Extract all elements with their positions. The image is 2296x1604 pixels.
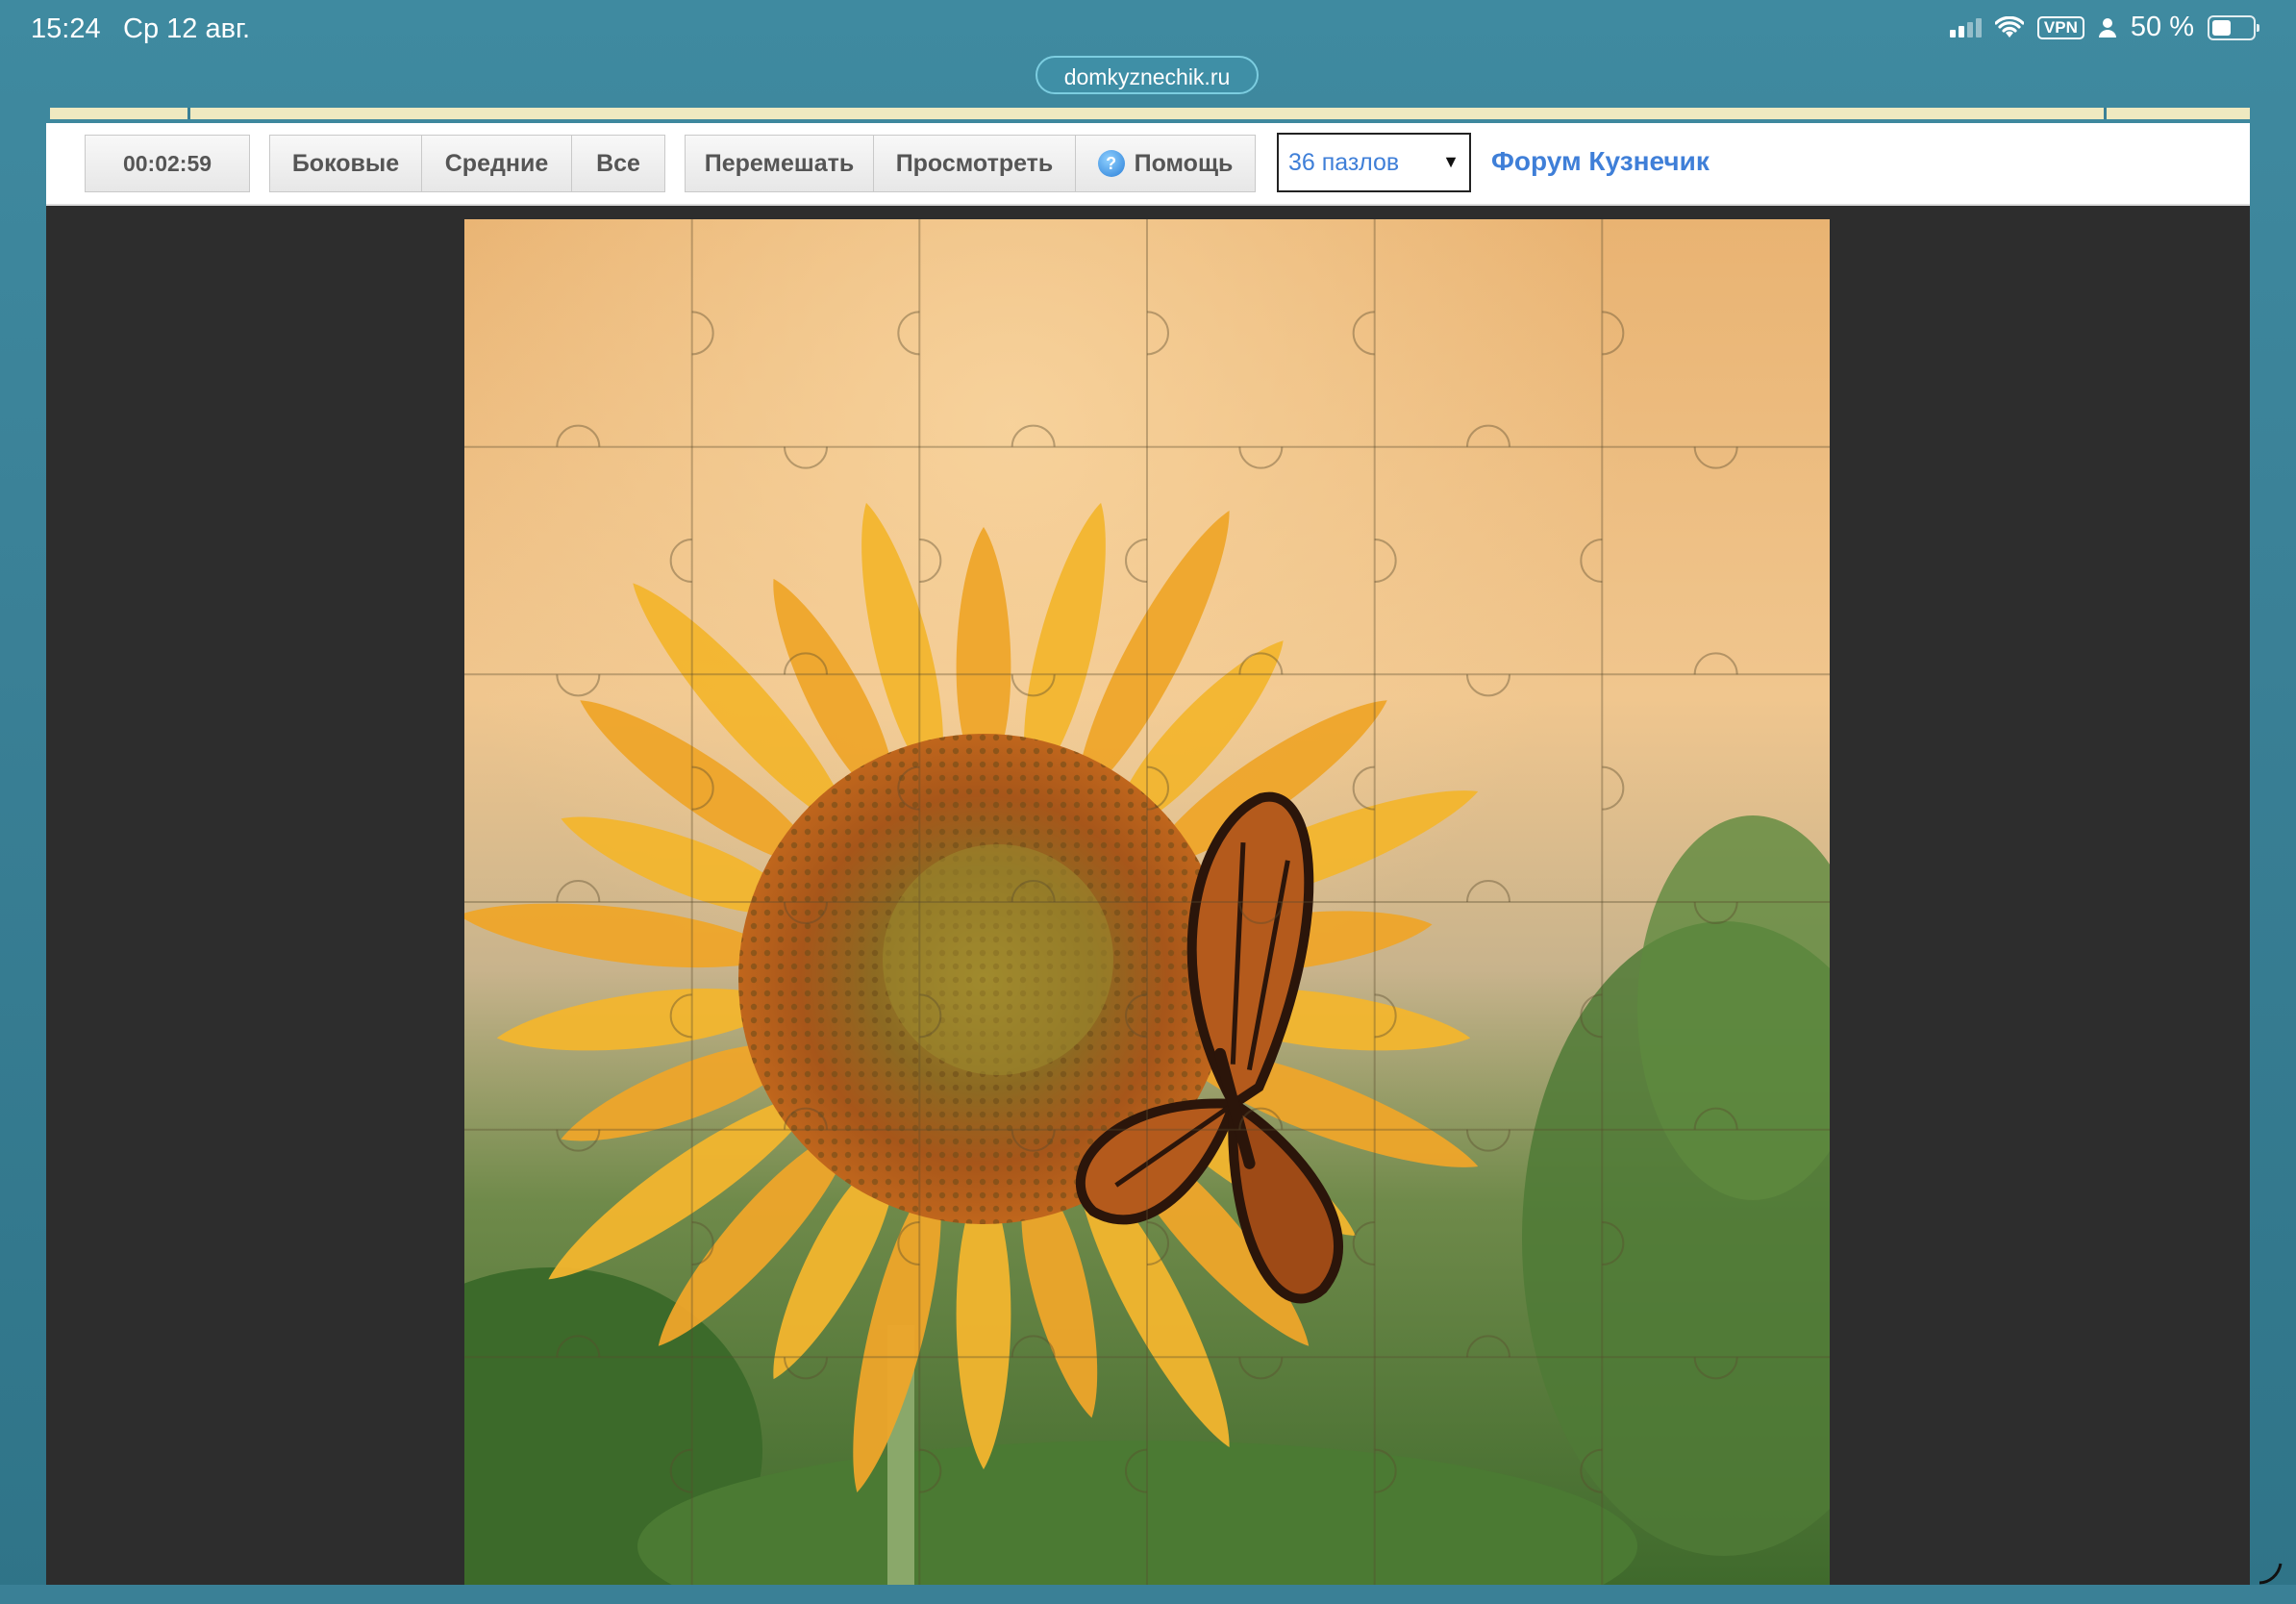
timer-display: 00:02:59 [85, 135, 250, 192]
middle-pieces-button[interactable]: Средние [422, 136, 572, 191]
bottom-strip [0, 1585, 2296, 1604]
status-indicators: VPN 50 % [1949, 12, 2259, 43]
wifi-icon [1994, 15, 2024, 38]
status-bar: 15:24 Ср 12 авг. VPN 50 % [0, 0, 2296, 62]
pieces-count-select[interactable]: 36 пазлов ▼ [1277, 133, 1471, 192]
user-icon [2098, 17, 2116, 38]
puzzle-image [464, 219, 1830, 1585]
shuffle-button[interactable]: Перемешать [686, 136, 874, 191]
pieces-count-value: 36 пазлов [1288, 148, 1400, 176]
preview-button[interactable]: Просмотреть [874, 136, 1076, 191]
resize-handle-icon [2259, 1563, 2283, 1585]
help-button[interactable]: ? Помощь [1076, 136, 1255, 191]
dropdown-arrow-icon: ▼ [1442, 152, 1460, 171]
status-date: Ср 12 авг. [123, 13, 251, 44]
help-button-label: Помощь [1134, 149, 1234, 177]
tab-divider [2104, 108, 2107, 119]
action-button-group: Перемешать Просмотреть ? Помощь [685, 135, 1256, 192]
tab-strip [50, 108, 2250, 119]
battery-icon [2208, 14, 2259, 40]
vpn-badge: VPN [2036, 15, 2084, 39]
battery-percent: 50 % [2130, 12, 2194, 42]
puzzle-page: 00:02:59 Боковые Средние Все Перемешать … [46, 123, 2250, 1585]
cellular-signal-icon [1949, 17, 1982, 38]
puzzle-board[interactable] [464, 219, 1830, 1585]
forum-link[interactable]: Форум Кузнечик [1491, 146, 1710, 177]
edge-pieces-button[interactable]: Боковые [270, 136, 422, 191]
puzzle-toolbar: 00:02:59 Боковые Средние Все Перемешать … [46, 123, 2250, 206]
tab-divider [187, 108, 190, 119]
status-time: 15:24 [31, 13, 101, 44]
all-pieces-button[interactable]: Все [572, 136, 664, 191]
help-icon: ? [1097, 150, 1125, 177]
url-pill[interactable]: domkyznechik.ru [1036, 56, 1259, 94]
filter-button-group: Боковые Средние Все [269, 135, 665, 192]
